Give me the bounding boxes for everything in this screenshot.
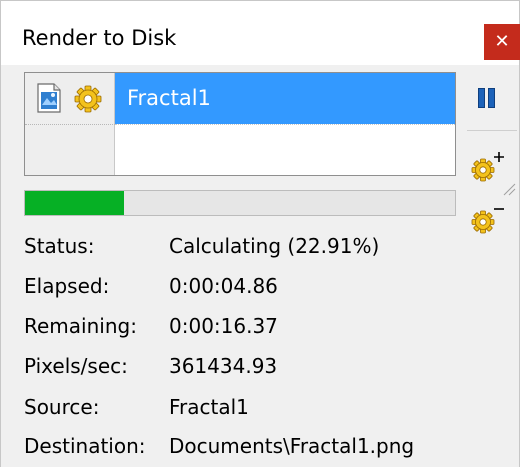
- gear-icon[interactable]: [74, 85, 102, 113]
- destination-label: Destination:: [24, 434, 146, 458]
- window-border-top: [0, 0, 520, 1]
- pause-button[interactable]: [470, 84, 502, 114]
- remove-gear-icon[interactable]: [470, 205, 506, 239]
- render-list-item-label: Fractal1: [127, 86, 211, 110]
- close-button[interactable]: ✕: [484, 24, 520, 60]
- pixels-per-sec-label: Pixels/sec:: [24, 354, 128, 378]
- render-list-item[interactable]: Fractal1: [115, 73, 455, 124]
- remaining-label: Remaining:: [24, 314, 137, 338]
- progress-bar: [24, 190, 456, 216]
- render-list: Fractal1: [24, 72, 456, 176]
- elapsed-label: Elapsed:: [24, 274, 110, 298]
- image-icon: [37, 83, 61, 113]
- side-divider: [467, 130, 517, 131]
- status-value: Calculating (22.91%): [169, 234, 380, 258]
- destination-value: Documents\Fractal1.png: [169, 434, 415, 458]
- source-value: Fractal1: [169, 395, 249, 419]
- window-title: Render to Disk: [22, 26, 177, 50]
- pixels-per-sec-value: 361434.93: [169, 354, 278, 378]
- source-label: Source:: [24, 395, 100, 419]
- row-separator: [115, 124, 455, 125]
- resize-grip-icon[interactable]: [500, 180, 516, 196]
- elapsed-value: 0:00:04.86: [169, 274, 278, 298]
- progress-fill: [25, 191, 124, 215]
- remaining-value: 0:00:16.37: [169, 314, 278, 338]
- row-separator: [25, 124, 115, 125]
- add-gear-icon[interactable]: [470, 150, 506, 184]
- status-label: Status:: [24, 234, 95, 258]
- render-list-icon-column: [25, 73, 115, 175]
- pause-icon: [478, 88, 485, 108]
- pause-icon: [488, 88, 495, 108]
